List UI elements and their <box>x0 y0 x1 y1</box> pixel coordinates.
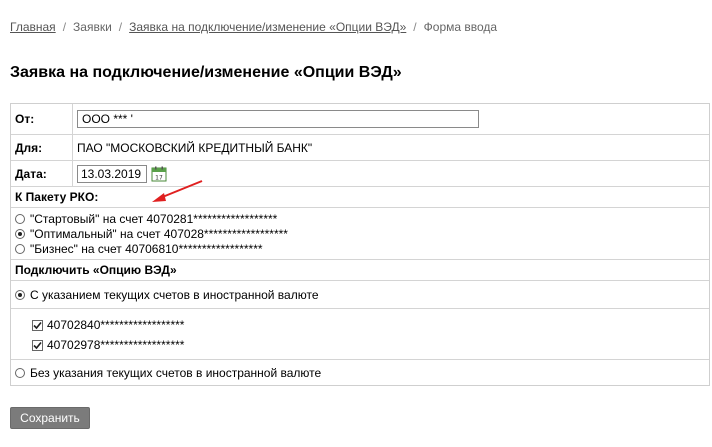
with-accounts-radio[interactable] <box>15 289 25 300</box>
date-input[interactable] <box>77 164 147 183</box>
date-row: Дата: 17 <box>11 160 709 186</box>
ved-section: Подключить «Опцию ВЭД» <box>11 259 709 280</box>
rko-radio-optimal[interactable] <box>15 228 25 239</box>
ved-section-title: Подключить «Опцию ВЭД» <box>15 263 177 277</box>
rko-option-starter[interactable]: "Стартовый" на счет 4070281*************… <box>15 211 709 226</box>
account-label: 40702978****************** <box>47 338 185 352</box>
breadcrumb-separator: / <box>62 20 67 34</box>
save-button[interactable]: Сохранить <box>10 407 90 429</box>
with-accounts-option[interactable]: С указанием текущих счетов в иностранной… <box>11 280 709 308</box>
breadcrumb: Главная / Заявки / Заявка на подключение/изм… <box>10 20 497 34</box>
for-label: Для: <box>11 135 73 160</box>
request-form: От: Для: ПАО "МОСКОВСКИЙ КРЕДИТНЫЙ БАНК"… <box>10 103 710 386</box>
rko-option-optimal[interactable]: "Оптимальный" на счет 407028************… <box>15 226 709 241</box>
from-row: От: <box>11 104 709 134</box>
rko-section-title: К Пакету РКО: <box>15 190 99 204</box>
annotation-arrow-icon <box>152 180 203 202</box>
accounts-list: 40702840****************** 40702978*****… <box>11 308 709 359</box>
rko-radio-business[interactable] <box>15 243 25 254</box>
account-item[interactable]: 40702978****************** <box>11 335 709 355</box>
account-checkbox[interactable] <box>32 339 43 351</box>
rko-option-label: "Оптимальный" на счет 407028************… <box>30 226 288 241</box>
rko-options: "Стартовый" на счет 4070281*************… <box>11 207 709 259</box>
rko-radio-starter[interactable] <box>15 213 25 224</box>
breadcrumb-home-link[interactable]: Главная <box>10 20 56 34</box>
from-label: От: <box>11 104 73 134</box>
rko-section: К Пакету РКО: <box>11 186 709 207</box>
account-item[interactable]: 40702840****************** <box>11 315 709 335</box>
breadcrumb-separator: / <box>413 20 417 34</box>
without-accounts-option[interactable]: Без указания текущих счетов в иностранно… <box>11 359 709 385</box>
account-checkbox[interactable] <box>32 319 43 331</box>
from-value-cell <box>73 110 479 128</box>
breadcrumb-parent-link[interactable]: Заявка на подключение/изменение «Опции В… <box>129 20 406 34</box>
page-title: Заявка на подключение/изменение «Опции В… <box>10 64 402 81</box>
for-row: Для: ПАО "МОСКОВСКИЙ КРЕДИТНЫЙ БАНК" <box>11 134 709 160</box>
checkmark-icon <box>33 341 42 349</box>
breadcrumb-separator: / <box>118 20 123 34</box>
with-accounts-label: С указанием текущих счетов в иностранной… <box>30 287 319 302</box>
breadcrumb-current: Форма ввода <box>423 20 498 34</box>
breadcrumb-requests-link[interactable]: Заявки <box>73 20 112 34</box>
account-label: 40702840****************** <box>47 318 185 332</box>
checkmark-icon <box>33 321 42 329</box>
rko-option-business[interactable]: "Бизнес" на счет 40706810***************… <box>15 241 709 256</box>
without-accounts-label: Без указания текущих счетов в иностранно… <box>30 365 322 380</box>
from-input[interactable] <box>77 110 479 128</box>
for-value: ПАО "МОСКОВСКИЙ КРЕДИТНЫЙ БАНК" <box>77 140 313 155</box>
rko-option-label: "Стартовый" на счет 4070281*************… <box>30 211 278 226</box>
rko-option-label: "Бизнес" на счет 40706810***************… <box>30 241 263 256</box>
date-label: Дата: <box>11 161 73 186</box>
without-accounts-radio[interactable] <box>15 367 25 378</box>
